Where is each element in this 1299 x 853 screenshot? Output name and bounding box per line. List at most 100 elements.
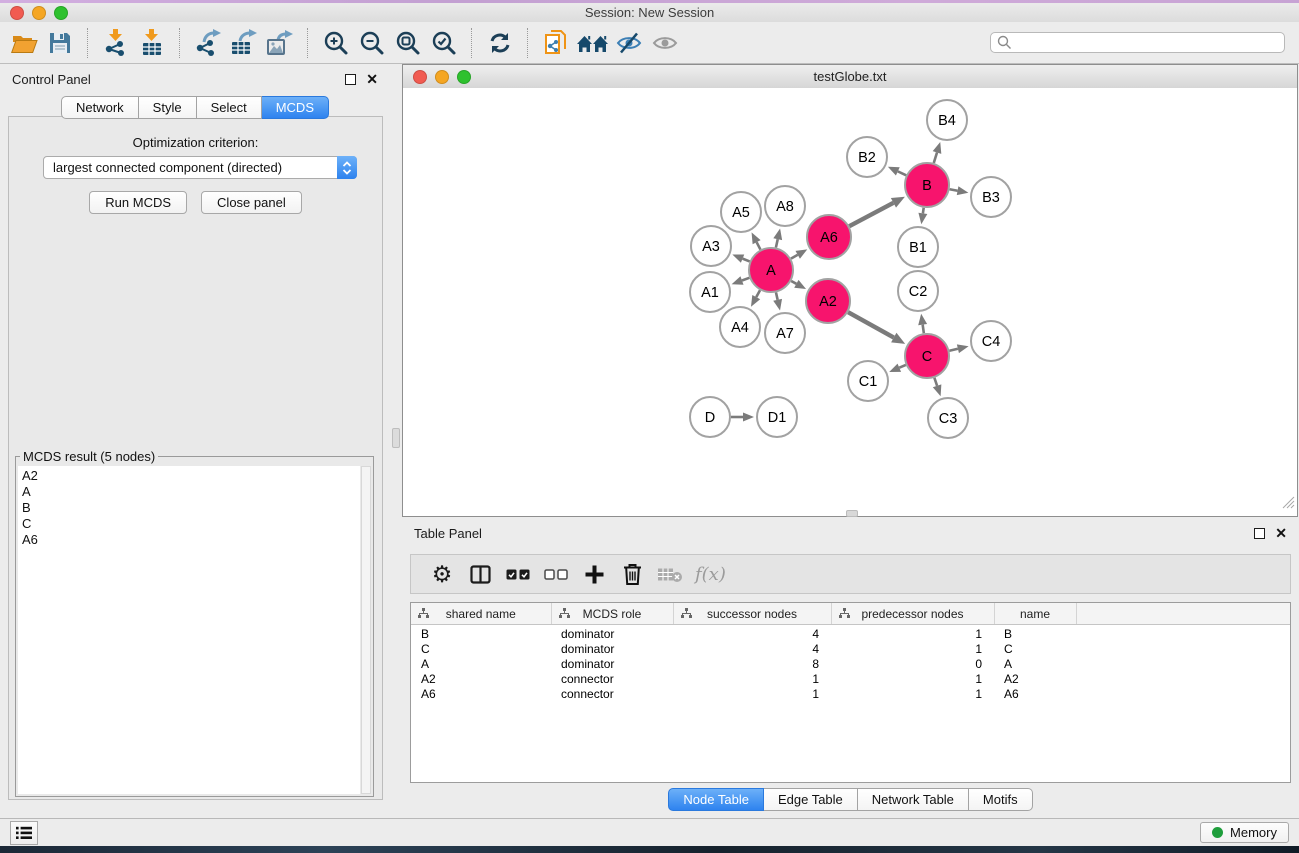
select-all-button[interactable] <box>505 559 531 589</box>
table-row[interactable]: Bdominator41B <box>411 625 1290 643</box>
zoom-window-button[interactable] <box>54 6 68 20</box>
zoom-window-button[interactable] <box>457 70 471 84</box>
delete-column-button[interactable] <box>619 559 645 589</box>
table-cell[interactable]: B <box>994 625 1076 643</box>
tab-mcds[interactable]: MCDS <box>262 96 329 119</box>
column-header-successor-nodes[interactable]: successor nodes <box>673 603 831 625</box>
minimize-window-button[interactable] <box>435 70 449 84</box>
edge-A-A3[interactable] <box>743 259 750 262</box>
table-settings-button[interactable]: ⚙ <box>429 559 455 589</box>
export-image-button[interactable] <box>265 26 295 60</box>
table-cell[interactable]: C <box>411 642 551 657</box>
tab-network[interactable]: Network <box>61 96 139 119</box>
export-table-button[interactable] <box>229 26 259 60</box>
tab-edge-table[interactable]: Edge Table <box>764 788 858 811</box>
mcds-result-item[interactable]: A6 <box>18 532 360 548</box>
zoom-fit-button[interactable] <box>393 26 423 60</box>
table-cell[interactable]: A6 <box>411 687 551 702</box>
edge-B-B4[interactable] <box>934 152 937 163</box>
edge-A-A5[interactable] <box>757 242 761 249</box>
table-cell[interactable]: 0 <box>831 657 994 672</box>
table-cell[interactable]: 1 <box>831 642 994 657</box>
column-header-mcds-role[interactable]: MCDS role <box>551 603 673 625</box>
float-icon[interactable] <box>345 74 356 85</box>
open-session-button[interactable] <box>9 26 39 60</box>
table-cell[interactable]: 1 <box>831 672 994 687</box>
show-graphics-details-button[interactable] <box>650 26 680 60</box>
home-button[interactable] <box>577 26 608 60</box>
network-canvas[interactable]: B4B2BB3A8A5A6A3B1AC2A1A2A4A7C4CC1DD1C3 <box>403 88 1297 516</box>
table-cell[interactable]: dominator <box>551 625 673 643</box>
table-cell[interactable]: 4 <box>673 642 831 657</box>
table-cell[interactable]: 1 <box>673 687 831 702</box>
panel-divider-handle[interactable] <box>392 428 400 448</box>
column-header-predecessor-nodes[interactable]: predecessor nodes <box>831 603 994 625</box>
edge-C-C2[interactable] <box>923 325 924 334</box>
criterion-dropdown[interactable]: largest connected component (directed) <box>43 156 357 179</box>
run-mcds-button[interactable]: Run MCDS <box>89 191 187 214</box>
splitter-handle[interactable] <box>846 510 858 517</box>
close-window-button[interactable] <box>413 70 427 84</box>
delete-table-button[interactable] <box>657 559 683 589</box>
clone-network-button[interactable] <box>541 26 571 60</box>
table-cell[interactable]: connector <box>551 687 673 702</box>
zoom-out-button[interactable] <box>357 26 387 60</box>
edge-A2-C[interactable] <box>848 312 894 337</box>
column-header-shared-name[interactable]: shared name <box>411 603 551 625</box>
tab-style[interactable]: Style <box>139 96 197 119</box>
close-icon[interactable]: ✕ <box>1275 526 1287 540</box>
memory-button[interactable]: Memory <box>1200 822 1289 843</box>
table-row[interactable]: A6connector11A6 <box>411 687 1290 702</box>
function-builder-button[interactable]: f(x) <box>695 559 726 589</box>
close-icon[interactable]: ✕ <box>366 72 378 86</box>
table-cell[interactable]: A2 <box>994 672 1076 687</box>
table-cell[interactable]: 4 <box>673 625 831 643</box>
refresh-button[interactable] <box>485 26 515 60</box>
mcds-result-list[interactable]: A2ABCA6 <box>18 466 360 794</box>
mcds-result-item[interactable]: A2 <box>18 468 360 484</box>
table-cell[interactable]: 1 <box>831 625 994 643</box>
table-cell[interactable]: 8 <box>673 657 831 672</box>
edge-C-C4[interactable] <box>949 349 958 351</box>
edge-A-A2[interactable] <box>791 281 796 284</box>
table-cell[interactable]: A <box>411 657 551 672</box>
edge-A-A8[interactable] <box>776 239 778 247</box>
table-cell[interactable]: A <box>994 657 1076 672</box>
edge-A6-B[interactable] <box>849 203 893 226</box>
edge-A-A7[interactable] <box>776 292 778 299</box>
zoom-in-button[interactable] <box>321 26 351 60</box>
mcds-result-item[interactable]: C <box>18 516 360 532</box>
table-cell[interactable]: dominator <box>551 642 673 657</box>
edge-C-C3[interactable] <box>934 378 937 386</box>
edge-A-A4[interactable] <box>756 290 760 297</box>
mcds-result-item[interactable]: B <box>18 500 360 516</box>
table-cell[interactable]: 1 <box>831 687 994 702</box>
table-cell[interactable]: B <box>411 625 551 643</box>
edge-C-C1[interactable] <box>899 365 906 368</box>
hide-graphics-details-button[interactable] <box>614 26 644 60</box>
export-network-button[interactable] <box>193 26 223 60</box>
close-panel-button[interactable]: Close panel <box>201 191 302 214</box>
edge-B-B3[interactable] <box>950 189 958 190</box>
search-input[interactable] <box>990 32 1285 53</box>
tab-select[interactable]: Select <box>197 96 262 119</box>
close-window-button[interactable] <box>10 6 24 20</box>
edge-A-A6[interactable] <box>791 255 798 259</box>
deselect-all-button[interactable] <box>543 559 569 589</box>
tab-network-table[interactable]: Network Table <box>858 788 969 811</box>
mcds-result-item[interactable]: A <box>18 484 360 500</box>
add-column-button[interactable] <box>581 559 607 589</box>
save-session-button[interactable] <box>45 26 75 60</box>
table-cell[interactable]: connector <box>551 672 673 687</box>
table-cell[interactable]: 1 <box>673 672 831 687</box>
column-header-name[interactable]: name <box>994 603 1076 625</box>
zoom-selected-button[interactable] <box>429 26 459 60</box>
table-cell[interactable]: A6 <box>994 687 1076 702</box>
edge-A-A1[interactable] <box>742 278 749 281</box>
minimize-window-button[interactable] <box>32 6 46 20</box>
table-cell[interactable]: dominator <box>551 657 673 672</box>
table-cell[interactable]: A2 <box>411 672 551 687</box>
import-table-button[interactable] <box>137 26 167 60</box>
import-network-button[interactable] <box>101 26 131 60</box>
table-cell[interactable]: C <box>994 642 1076 657</box>
